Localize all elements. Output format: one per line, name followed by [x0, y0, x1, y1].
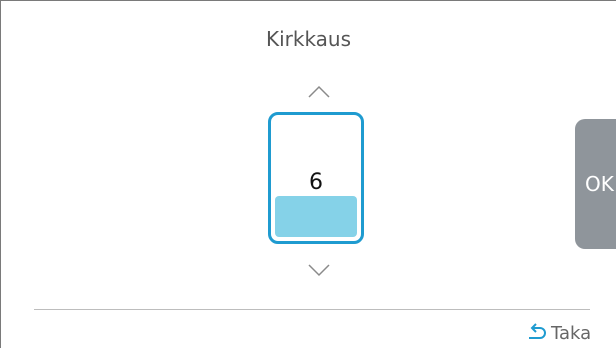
back-label: Taka	[551, 322, 592, 344]
brightness-screen: Kirkkaus 6 OK Taka	[0, 0, 616, 348]
page-title: Kirkkaus	[265, 27, 352, 51]
chevron-up-icon	[308, 85, 330, 98]
decrease-button[interactable]	[304, 259, 334, 281]
divider	[34, 309, 590, 310]
ok-button[interactable]: OK	[575, 119, 616, 249]
chevron-down-icon	[308, 264, 330, 277]
increase-button[interactable]	[304, 81, 334, 103]
brightness-value: 6	[309, 170, 323, 195]
brightness-value-box: 6	[268, 112, 364, 244]
back-button[interactable]: Taka	[525, 321, 591, 345]
brightness-level-fill	[275, 196, 357, 237]
back-arrow-icon	[529, 323, 546, 339]
